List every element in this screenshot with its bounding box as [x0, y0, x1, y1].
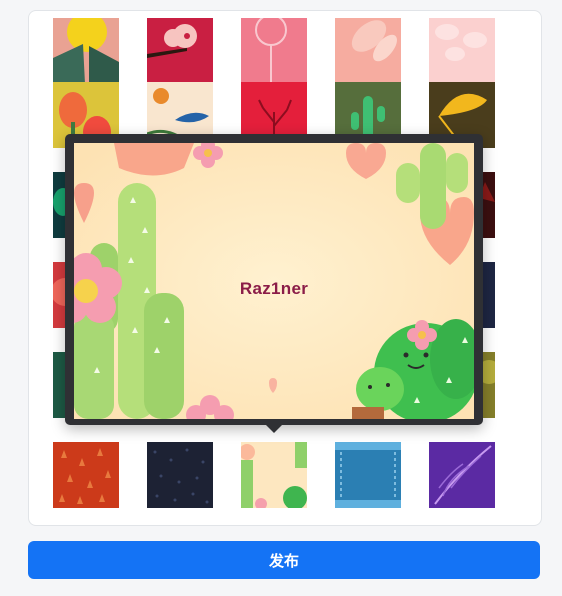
tile-dark-speckle[interactable]: [147, 442, 213, 508]
tile-purple-feather[interactable]: [429, 442, 495, 508]
tile-pink-blossom[interactable]: [147, 18, 213, 84]
preview-popover: Raz1ner: [65, 134, 483, 425]
tile-cactus-frame[interactable]: [241, 442, 307, 508]
popover-arrow: [266, 425, 282, 433]
tile-dandelion-pink[interactable]: [241, 18, 307, 84]
tile-yellow-flower[interactable]: [53, 18, 119, 84]
publish-button[interactable]: 发布: [28, 541, 540, 579]
tile-orange-pattern[interactable]: [53, 442, 119, 508]
tile-peach-leaves[interactable]: [335, 18, 401, 84]
preview-title: Raz1ner: [239, 279, 309, 298]
tile-blue-denim[interactable]: [335, 442, 401, 508]
preview-image: Raz1ner: [74, 143, 474, 419]
tile-pale-pink-pattern[interactable]: [429, 18, 495, 84]
